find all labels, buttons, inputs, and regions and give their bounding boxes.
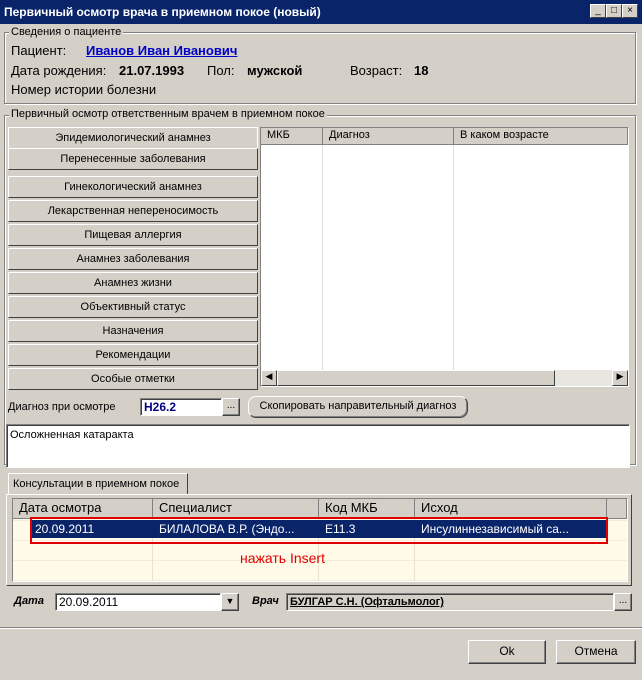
date-input[interactable]: 20.09.2011 — [55, 593, 221, 611]
minimize-button[interactable]: _ — [590, 4, 606, 18]
ellipsis-icon: ... — [226, 400, 236, 411]
col-header-outcome[interactable]: Исход — [415, 499, 607, 519]
grid-hscrollbar[interactable]: ◀ ▶ — [261, 370, 628, 386]
doctor-lookup-button[interactable]: ... — [614, 593, 632, 611]
tab-food-allergy[interactable]: Пищевая аллергия — [8, 224, 258, 246]
col-header-age[interactable]: В каком возрасте — [454, 128, 628, 145]
copy-diagnosis-button[interactable]: Скопировать направительный диагноз — [248, 396, 468, 418]
tab-drug-intolerance[interactable]: Лекарственная непереносимость — [8, 200, 258, 222]
tab-past-diseases[interactable]: Перенесенные заболевания — [8, 148, 258, 170]
maximize-icon: □ — [610, 5, 618, 16]
patient-legend: Сведения о пациенте — [9, 26, 124, 38]
diagnosis-grid[interactable]: МКБ Диагноз В каком возрасте ◀ ▶ — [260, 127, 629, 387]
tab-objective-status[interactable]: Объективный статус — [8, 296, 258, 318]
tab-recommendations[interactable]: Рекомендации — [8, 344, 258, 366]
minimize-icon: _ — [595, 5, 601, 16]
tab-prescriptions[interactable]: Назначения — [8, 320, 258, 342]
exam-legend: Первичный осмотр ответственным врачем в … — [9, 108, 327, 120]
diagnosis-text-area[interactable]: Осложненная катаракта — [6, 424, 630, 468]
dob-value: 21.07.1993 — [119, 63, 185, 78]
history-label: Номер истории болезни — [11, 82, 157, 97]
patient-name-link[interactable]: Иванов Иван Иванович — [86, 43, 237, 58]
diag-label: Диагноз при осмотре — [8, 401, 116, 413]
close-button[interactable]: × — [622, 4, 638, 18]
dob-label: Дата рождения: — [11, 63, 107, 78]
grid-divider — [453, 145, 454, 370]
scroll-right-button[interactable]: ▶ — [612, 370, 628, 386]
tab-gynecological[interactable]: Гинекологический анамнез — [8, 176, 258, 198]
dialog-window: Первичный осмотр врача в приемном покое … — [0, 0, 642, 680]
col-header-specialist[interactable]: Специалист — [153, 499, 319, 519]
tab-special-notes[interactable]: Особые отметки — [8, 368, 258, 390]
age-value: 18 — [414, 63, 429, 78]
col-header-diagnosis[interactable]: Диагноз — [323, 128, 454, 145]
maximize-button[interactable]: □ — [606, 4, 622, 18]
chevron-down-icon: ▼ — [225, 596, 235, 606]
diag-lookup-button[interactable]: ... — [222, 398, 240, 416]
col-header-mkb-code[interactable]: Код МКБ — [319, 499, 415, 519]
window-title: Первичный осмотр врача в приемном покое … — [4, 5, 321, 19]
col-header-extra — [607, 499, 627, 519]
title-bar[interactable]: Первичный осмотр врача в приемном покое … — [0, 0, 642, 24]
col-header-mkb[interactable]: МКБ — [261, 128, 323, 145]
insert-hint: нажать Insert — [240, 550, 325, 566]
highlight-box — [30, 517, 608, 544]
cancel-button[interactable]: Отмена — [556, 640, 636, 664]
sex-label: Пол: — [207, 63, 235, 78]
footer-divider — [0, 627, 642, 629]
age-label: Возраст: — [350, 63, 403, 78]
arrow-right-icon: ▶ — [616, 371, 624, 381]
doctor-label: Врач — [252, 595, 279, 607]
scroll-thumb[interactable] — [277, 370, 555, 386]
patient-label: Пациент: — [11, 43, 67, 58]
col-header-exam-date[interactable]: Дата осмотра — [13, 499, 153, 519]
doctor-field[interactable]: БУЛГАР С.Н. (Офтальмолог) — [286, 593, 614, 611]
date-dropdown-button[interactable]: ▼ — [221, 593, 239, 611]
tab-epidemiological[interactable]: Эпидемиологический анамнез — [8, 127, 258, 149]
diag-code-input[interactable]: H26.2 — [140, 398, 222, 416]
date-label: Дата — [14, 595, 44, 607]
ellipsis-icon: ... — [618, 595, 628, 606]
grid-divider — [322, 145, 323, 370]
sex-value: мужской — [247, 63, 303, 78]
ok-button[interactable]: Ok — [468, 640, 546, 664]
tab-life-anamnesis[interactable]: Анамнез жизни — [8, 272, 258, 294]
tab-disease-anamnesis[interactable]: Анамнез заболевания — [8, 248, 258, 270]
scroll-left-button[interactable]: ◀ — [261, 370, 277, 386]
tab-consultations[interactable]: Консультации в приемном покое — [8, 473, 188, 495]
arrow-left-icon: ◀ — [265, 371, 273, 381]
close-icon: × — [627, 5, 633, 16]
